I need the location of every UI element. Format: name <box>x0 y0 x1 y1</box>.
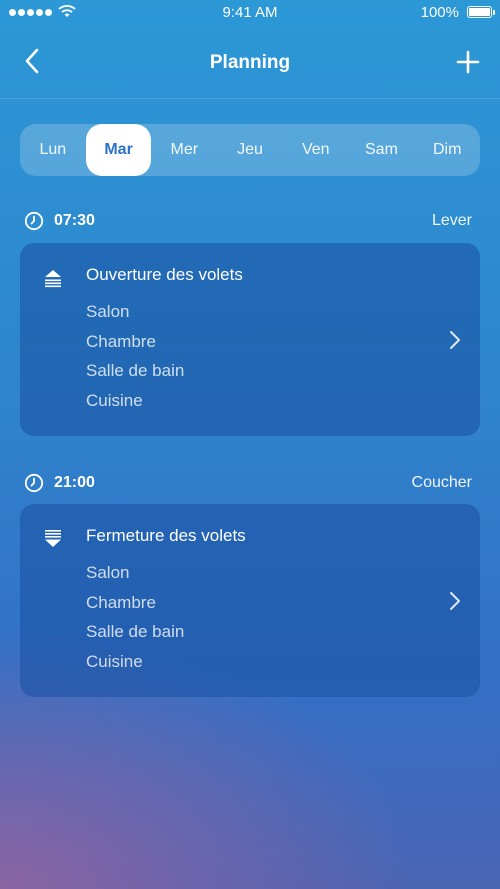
event-time: 07:30 <box>54 212 95 229</box>
day-tab-lun[interactable]: Lun <box>20 124 86 176</box>
room-item: Salon <box>86 563 130 582</box>
clock-icon <box>24 211 44 231</box>
schedule-card-opening[interactable]: Ouverture des volets Salon Chambre Salle… <box>20 243 480 436</box>
room-item: Chambre <box>86 331 156 351</box>
status-bar: 9:41 AM 100% <box>0 0 500 26</box>
room-item: Chambre <box>86 592 156 612</box>
day-tab-dim[interactable]: Dim <box>414 124 480 176</box>
day-tab-ven[interactable]: Ven <box>283 124 349 176</box>
card-title: Ouverture des volets <box>86 265 243 284</box>
day-tab-mar[interactable]: Mar <box>85 124 152 176</box>
room-list: Salon Chambre Salle de bain Cuisine <box>86 558 184 676</box>
event-moment: Coucher <box>411 474 472 491</box>
room-item: Cuisine <box>86 390 143 410</box>
event-time: 21:00 <box>54 474 95 491</box>
room-item: Cuisine <box>86 651 143 671</box>
event-time-row: 07:30 Lever <box>24 209 476 233</box>
card-title: Fermeture des volets <box>86 526 246 545</box>
day-selector: Lun Mar Mer Jeu Ven Sam Dim <box>20 124 480 176</box>
clock-icon <box>24 473 44 493</box>
day-tab-sam[interactable]: Sam <box>349 124 415 176</box>
battery-icon <box>467 6 495 18</box>
shutter-open-icon <box>45 270 61 288</box>
shutter-close-icon <box>45 530 61 547</box>
room-item: Salon <box>86 302 130 321</box>
event-time-row: 21:00 Coucher <box>24 471 476 495</box>
event-moment: Lever <box>431 212 472 229</box>
navigation-bar: Planning <box>0 26 500 99</box>
schedule-card-closing[interactable]: Fermeture des volets Salon Chambre Salle… <box>20 504 480 697</box>
day-tab-mer[interactable]: Mer <box>151 124 217 176</box>
chevron-right-icon <box>450 592 460 610</box>
battery-percentage: 100% <box>420 4 459 21</box>
page-title: Planning <box>209 52 291 73</box>
room-item: Salle de bain <box>86 361 185 380</box>
room-list: Salon Chambre Salle de bain Cuisine <box>86 297 184 415</box>
room-item: Salle de bain <box>86 622 185 641</box>
chevron-right-icon <box>450 331 460 349</box>
add-icon[interactable] <box>454 48 482 76</box>
day-tab-jeu[interactable]: Jeu <box>217 124 283 176</box>
